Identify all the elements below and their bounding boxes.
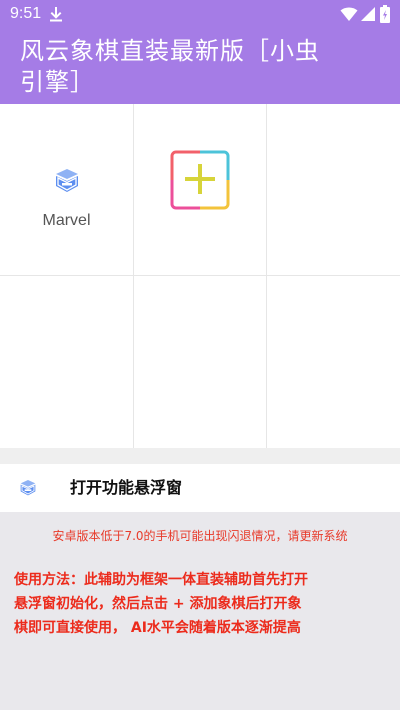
app-cell-empty-3 [267, 104, 400, 275]
floating-window-label: 打开功能悬浮窗 [70, 478, 183, 497]
app-cell-empty-4 [0, 276, 133, 448]
battery-icon [380, 5, 390, 23]
marvel-icon [20, 480, 36, 496]
page-title: 风云象棋直装最新版［小虫引擎］ [20, 37, 320, 96]
android-version-warning: 安卓版本低于7.0的手机可能出现闪退情况，请更新系统 [52, 529, 348, 543]
usage-instructions: 使用方法：此辅助为框架一体直装辅助首先打开悬浮窗初始化，然后点击 + 添加象棋后… [14, 572, 308, 636]
app-cell-empty-6 [267, 276, 400, 448]
app-cell-empty-5 [134, 276, 266, 448]
app-label-marvel: Marvel [42, 212, 91, 229]
wifi-icon [340, 7, 358, 21]
screen: 9:51 风云象棋直装最新版［小虫引擎］ Marvel 打开功能悬浮窗 安卓版本… [0, 0, 400, 710]
marvel-icon [56, 169, 78, 192]
signal-icon [361, 7, 375, 21]
download-icon [50, 7, 62, 22]
add-app-button[interactable] [170, 150, 230, 210]
status-bar: 9:51 [0, 0, 400, 28]
notice-panel: 安卓版本低于7.0的手机可能出现闪退情况，请更新系统 使用方法：此辅助为框架一体… [0, 512, 400, 710]
open-floating-window-button[interactable]: 打开功能悬浮窗 [0, 464, 400, 512]
status-time: 9:51 [10, 5, 42, 22]
app-header: 9:51 风云象棋直装最新版［小虫引擎］ [0, 0, 400, 104]
section-divider [0, 448, 400, 464]
